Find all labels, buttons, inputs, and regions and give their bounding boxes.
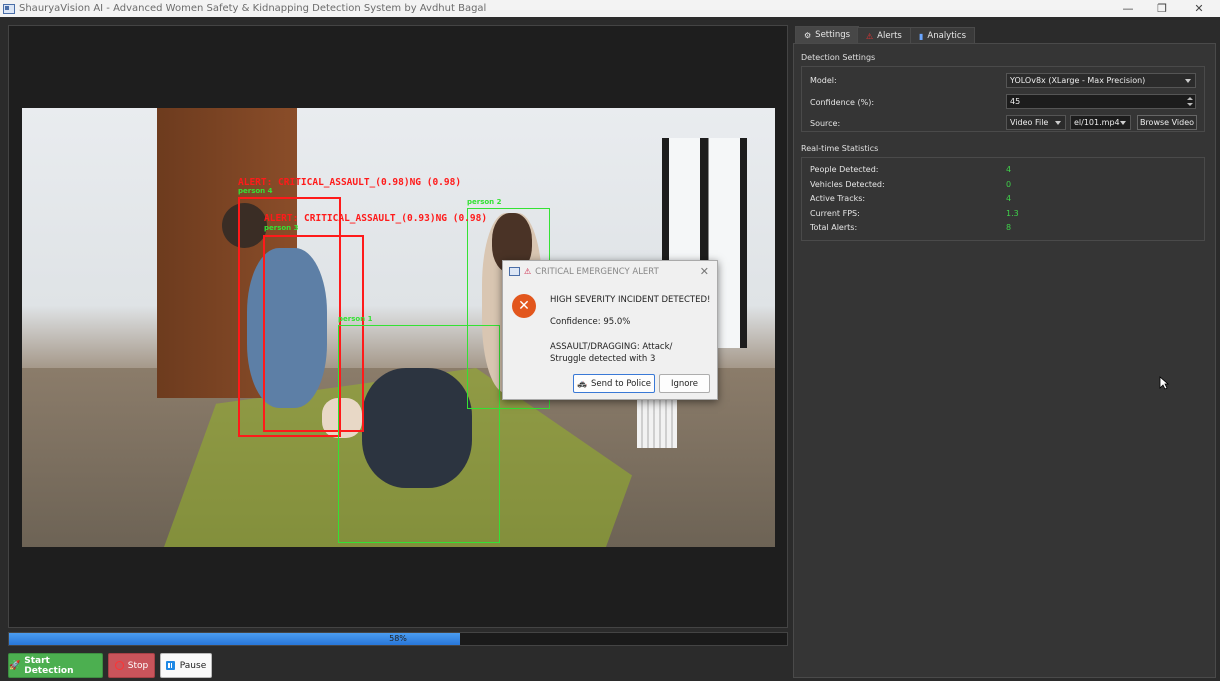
stat-value: 8 (1006, 223, 1012, 232)
close-button[interactable]: ✕ (1181, 0, 1217, 17)
chevron-down-icon (1120, 121, 1126, 125)
start-detection-label: Start Detection (24, 655, 74, 676)
model-select[interactable]: YOLOv8x (XLarge - Max Precision) (1006, 73, 1196, 88)
stat-value: 4 (1006, 194, 1012, 203)
source-type-select[interactable]: Video File (1006, 115, 1066, 130)
siren-icon: ⚠ (524, 267, 532, 276)
ignore-button[interactable]: Ignore (659, 374, 710, 393)
stat-label: Vehicles Detected: (810, 180, 885, 189)
source-label: Source: (810, 119, 841, 128)
tab-settings[interactable]: ⚙ Settings (795, 26, 860, 43)
person-label: person 2 (467, 198, 502, 206)
dialog-message-line2: Struggle detected with 3 (550, 354, 656, 364)
maximize-button[interactable]: ❐ (1144, 0, 1180, 17)
chevron-down-icon (1185, 79, 1191, 83)
app-icon (3, 3, 15, 14)
dialog-confidence: Confidence: 95.0% (550, 317, 631, 327)
tab-alerts-label: Alerts (877, 31, 902, 41)
progress-label: 58% (389, 634, 407, 643)
stat-value: 0 (1006, 180, 1012, 189)
source-file-value: el/101.mp4 (1074, 118, 1120, 127)
settings-panel: Detection Settings Model: YOLOv8x (XLarg… (793, 43, 1216, 678)
spin-up-icon[interactable] (1187, 97, 1193, 100)
stat-value: 1.3 (1006, 209, 1019, 218)
pause-button[interactable]: Pause (160, 653, 212, 678)
dialog-title-bar: ⚠ CRITICAL EMERGENCY ALERT (503, 261, 717, 282)
tab-alerts[interactable]: ⚠ Alerts (857, 27, 911, 44)
model-label: Model: (810, 76, 837, 85)
chart-icon: ▮ (919, 31, 924, 41)
confidence-spinbox[interactable]: 45 (1006, 94, 1196, 109)
statistics-group: People Detected: 4 Vehicles Detected: 0 … (801, 157, 1205, 241)
stat-label: Current FPS: (810, 209, 860, 218)
spin-down-icon[interactable] (1187, 103, 1193, 106)
error-icon: ✕ (512, 294, 536, 318)
tab-analytics-label: Analytics (927, 31, 967, 41)
police-car-icon: 🚓 (577, 379, 587, 388)
progress-bar: 58% (8, 632, 788, 646)
stop-label: Stop (127, 660, 149, 671)
tab-analytics[interactable]: ▮ Analytics (910, 27, 976, 44)
tab-settings-label: Settings (815, 30, 851, 40)
model-value: YOLOv8x (XLarge - Max Precision) (1010, 76, 1146, 85)
pause-label: Pause (179, 660, 207, 671)
person-label: person 3 (264, 224, 299, 232)
stat-label: Active Tracks: (810, 194, 866, 203)
detection-box-person-1 (338, 325, 500, 543)
detection-settings-title: Detection Settings (801, 53, 876, 62)
chevron-down-icon (1055, 121, 1061, 125)
start-detection-button[interactable]: 🚀 Start Detection (8, 653, 103, 678)
stat-label: People Detected: (810, 165, 879, 174)
source-file-select[interactable]: el/101.mp4 (1070, 115, 1131, 130)
confidence-value: 45 (1010, 97, 1021, 106)
source-type-value: Video File (1010, 118, 1049, 127)
stat-value: 4 (1006, 165, 1012, 174)
confidence-label: Confidence (%): (810, 98, 875, 107)
alert-icon: ⚠ (866, 31, 874, 41)
stat-label: Total Alerts: (810, 223, 858, 232)
gear-icon: ⚙ (804, 30, 812, 40)
mouse-cursor-icon (1159, 376, 1169, 390)
person-label: person 4 (238, 187, 273, 195)
minimize-button[interactable]: — (1110, 0, 1146, 17)
detection-settings-group: Model: YOLOv8x (XLarge - Max Precision) … (801, 66, 1205, 132)
pause-icon (165, 661, 175, 670)
rocket-icon: 🚀 (9, 660, 21, 671)
app-icon (509, 267, 520, 276)
dialog-message-line1: ASSAULT/DRAGGING: Attack/ (550, 342, 673, 352)
person-label: person 1 (338, 315, 373, 323)
dialog-title: CRITICAL EMERGENCY ALERT (535, 266, 659, 277)
statistics-title: Real-time Statistics (801, 144, 879, 153)
send-to-police-label: Send to Police (590, 378, 651, 389)
alert-label: ALERT: CRITICAL_ASSAULT_(0.93)NG (0.98) (264, 213, 488, 224)
dialog-heading: HIGH SEVERITY INCIDENT DETECTED! (550, 295, 711, 305)
window-title: ShauryaVision AI - Advanced Women Safety… (19, 3, 487, 14)
stop-icon (114, 661, 124, 670)
stop-button[interactable]: Stop (108, 653, 155, 678)
title-bar: ShauryaVision AI - Advanced Women Safety… (0, 0, 1220, 17)
browse-video-button[interactable]: Browse Video (1137, 115, 1197, 130)
emergency-alert-dialog: ⚠ CRITICAL EMERGENCY ALERT ✕ ✕ HIGH SEVE… (502, 260, 718, 400)
dialog-close-icon[interactable]: ✕ (700, 265, 709, 278)
send-to-police-button[interactable]: 🚓 Send to Police (573, 374, 655, 393)
